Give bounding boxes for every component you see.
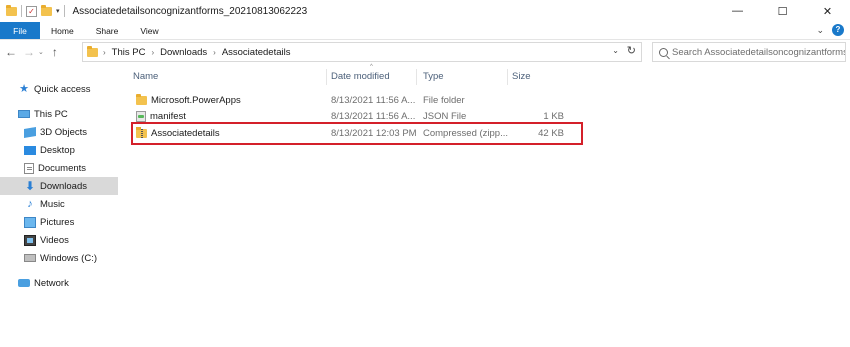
- download-icon: ⬇: [24, 178, 36, 193]
- close-button[interactable]: ✕: [805, 0, 850, 22]
- sidebar-item-label: Windows (C:): [40, 252, 98, 264]
- json-file-icon: [136, 110, 146, 122]
- file-date: 8/13/2021 11:56 A...: [331, 94, 416, 106]
- sidebar-item-label: Videos: [40, 234, 69, 246]
- sidebar-item-label: Documents: [38, 162, 87, 174]
- properties-icon[interactable]: ✓: [26, 5, 37, 17]
- column-divider[interactable]: [507, 69, 508, 85]
- sidebar-item-pictures[interactable]: Pictures: [0, 213, 118, 231]
- address-bar[interactable]: › This PC › Downloads › Associatedetails…: [82, 42, 642, 62]
- chevron-right-icon[interactable]: ›: [103, 48, 106, 57]
- document-icon: [24, 162, 34, 174]
- tab-file[interactable]: File: [0, 22, 40, 39]
- search-box[interactable]: [652, 42, 846, 62]
- sidebar-item-label: Downloads: [40, 180, 87, 192]
- video-icon: [24, 234, 36, 246]
- chevron-down-icon[interactable]: ⌄: [612, 46, 619, 55]
- drive-icon: [24, 254, 36, 262]
- sidebar-item-network[interactable]: Network: [0, 274, 118, 292]
- sidebar-item-documents[interactable]: Documents: [0, 159, 118, 177]
- toolbar-separator: [63, 5, 65, 17]
- sidebar-item-quick-access[interactable]: ★ Quick access: [0, 80, 118, 98]
- column-header-date-modified[interactable]: Date modified: [331, 68, 416, 84]
- address-row: ← → ⌄ ↑ › This PC › Downloads › Associat…: [0, 41, 850, 63]
- file-size: [512, 92, 564, 108]
- sidebar-item-music[interactable]: ♪ Music: [0, 195, 118, 213]
- column-header-name[interactable]: Name: [133, 68, 323, 84]
- refresh-icon[interactable]: ↻: [627, 44, 636, 57]
- cube-icon: [24, 126, 36, 138]
- music-icon: ♪: [27, 197, 33, 210]
- sidebar-item-videos[interactable]: Videos: [0, 231, 118, 249]
- desktop-icon: [24, 145, 36, 155]
- file-list: ^ Name Date modified Type Size Microsoft…: [124, 64, 850, 347]
- sidebar-item-3d-objects[interactable]: 3D Objects: [0, 123, 118, 141]
- sidebar-item-label: Quick access: [34, 83, 91, 95]
- new-folder-icon[interactable]: [41, 4, 52, 16]
- window-title: Associatedetailsoncognizantforms_2021081…: [72, 5, 308, 17]
- sidebar-item-label: This PC: [34, 108, 68, 120]
- forward-arrow-icon[interactable]: →: [22, 45, 36, 59]
- tab-home[interactable]: Home: [40, 22, 85, 39]
- breadcrumb-associatedetails[interactable]: Associatedetails: [222, 47, 291, 58]
- expand-ribbon-icon[interactable]: ⌄: [816, 25, 824, 36]
- chevron-right-icon[interactable]: ›: [151, 48, 154, 57]
- breadcrumb-downloads[interactable]: Downloads: [160, 47, 207, 58]
- sidebar-item-label: 3D Objects: [40, 126, 87, 138]
- ribbon-tabs: File Home Share View ⌄ ?: [0, 22, 850, 39]
- column-header-type[interactable]: Type: [423, 68, 508, 84]
- breadcrumb-this-pc[interactable]: This PC: [112, 47, 146, 58]
- column-divider[interactable]: [416, 69, 417, 85]
- sidebar-item-windows-c[interactable]: Windows (C:): [0, 249, 118, 267]
- back-arrow-icon[interactable]: ←: [4, 45, 18, 59]
- folder-icon: [87, 45, 98, 57]
- star-icon: ★: [19, 82, 29, 95]
- recent-locations-icon[interactable]: ⌄: [38, 48, 44, 56]
- sidebar-item-this-pc[interactable]: This PC: [0, 105, 118, 123]
- sidebar-item-label: Music: [40, 198, 65, 210]
- ribbon-controls: ⌄ ?: [816, 24, 844, 36]
- folder-icon: [136, 93, 147, 105]
- file-name-cell: Microsoft.PowerApps: [136, 92, 326, 108]
- folder-icon: [6, 4, 17, 16]
- search-icon: [659, 47, 668, 57]
- help-icon[interactable]: ?: [832, 24, 844, 36]
- column-divider[interactable]: [326, 69, 327, 85]
- sidebar-item-desktop[interactable]: Desktop: [0, 141, 118, 159]
- maximize-button[interactable]: ☐: [760, 0, 805, 22]
- search-input[interactable]: [672, 46, 845, 58]
- title-bar: ✓ ▾ Associatedetailsoncognizantforms_202…: [0, 0, 850, 22]
- tab-share[interactable]: Share: [85, 22, 130, 39]
- ribbon-divider: [0, 39, 850, 40]
- navigation-pane: ★ Quick access This PC 3D Objects Deskto…: [0, 64, 118, 347]
- window-controls: — ☐ ✕: [715, 0, 850, 22]
- minimize-button[interactable]: —: [715, 0, 760, 22]
- quick-access-toolbar: ✓ ▾: [6, 4, 65, 17]
- toolbar-separator: [21, 5, 22, 17]
- sidebar-item-label: Desktop: [40, 144, 75, 156]
- picture-icon: [24, 216, 36, 228]
- file-name: manifest: [150, 110, 186, 122]
- file-name: Microsoft.PowerApps: [151, 94, 241, 106]
- column-header-size[interactable]: Size: [512, 68, 572, 84]
- up-arrow-icon[interactable]: ↑: [48, 45, 62, 59]
- sidebar-item-downloads[interactable]: ⬇ Downloads: [0, 177, 118, 195]
- chevron-right-icon[interactable]: ›: [213, 48, 216, 57]
- file-type: File folder: [423, 94, 465, 106]
- highlight-box: [131, 122, 583, 145]
- network-icon: [18, 279, 30, 287]
- tab-view[interactable]: View: [129, 22, 169, 39]
- customize-toolbar-icon[interactable]: ▾: [56, 7, 60, 15]
- sidebar-item-label: Network: [34, 277, 69, 289]
- sidebar-item-label: Pictures: [40, 216, 75, 228]
- table-row[interactable]: Microsoft.PowerApps 8/13/2021 11:56 A...…: [124, 92, 584, 108]
- computer-icon: [18, 110, 30, 118]
